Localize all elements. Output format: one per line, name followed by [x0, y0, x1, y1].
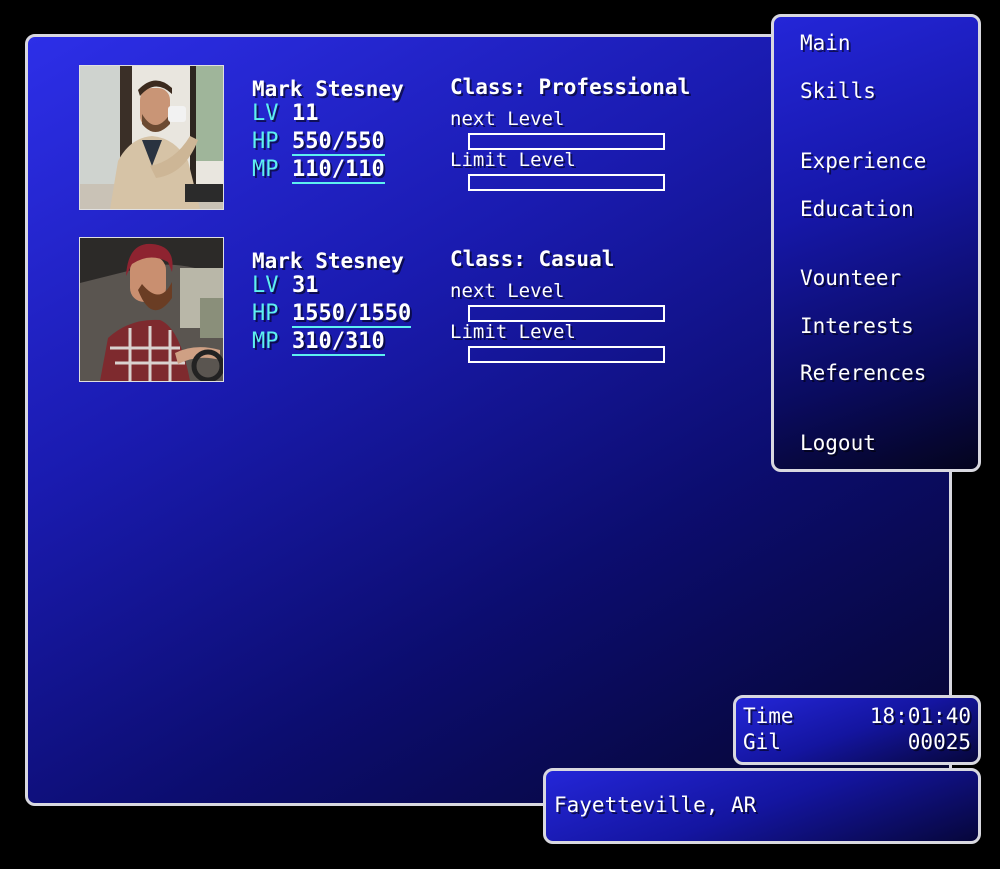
gil-label: Gil — [743, 730, 781, 754]
level-label: LV — [252, 273, 279, 298]
main-menu: Main Skills Experience Education Vountee… — [771, 14, 981, 472]
menu-item-references[interactable]: References — [800, 361, 926, 385]
time-value: 18:01:40 — [869, 704, 971, 728]
location-panel: Fayetteville, AR — [543, 768, 981, 844]
location-name: Fayetteville, AR — [554, 793, 757, 817]
limit-level-bar — [468, 174, 665, 191]
mp-label: MP — [252, 329, 279, 354]
character-portrait — [79, 237, 224, 382]
class-label: Class: Casual — [450, 247, 615, 271]
level-stat: LV 11 — [252, 101, 319, 126]
menu-item-education[interactable]: Education — [800, 197, 914, 221]
level-label: LV — [252, 101, 279, 126]
mp-stat: MP 110/110 — [252, 157, 385, 184]
class-label: Class: Professional — [450, 75, 691, 99]
level-stat: LV 31 — [252, 273, 319, 298]
gil-row: Gil 00025 — [743, 730, 971, 754]
man-drinking-coffee-photo — [80, 66, 223, 209]
character-name: Mark Stesney — [252, 249, 404, 273]
level-value: 11 — [292, 101, 319, 126]
hp-value: 550/550 — [292, 129, 385, 156]
next-level-bar — [468, 305, 665, 322]
next-level-label: next Level — [450, 108, 565, 130]
menu-item-skills[interactable]: Skills — [800, 79, 876, 103]
level-value: 31 — [292, 273, 319, 298]
mp-value: 110/110 — [292, 157, 385, 184]
time-label: Time — [743, 704, 794, 728]
character-card[interactable]: Mark Stesney LV 31 HP 1550/1550 MP 310/310 … — [28, 237, 728, 387]
mp-value: 310/310 — [292, 329, 385, 356]
time-gil-panel: Time 18:01:40 Gil 00025 — [733, 695, 981, 765]
hp-value: 1550/1550 — [292, 301, 412, 328]
next-level-bar — [468, 133, 665, 150]
mp-stat: MP 310/310 — [252, 329, 385, 356]
character-name: Mark Stesney — [252, 77, 404, 101]
menu-item-logout[interactable]: Logout — [800, 431, 876, 455]
limit-level-label: Limit Level — [450, 149, 576, 171]
hp-label: HP — [252, 129, 279, 154]
menu-item-main[interactable]: Main — [800, 31, 851, 55]
menu-item-experience[interactable]: Experience — [800, 149, 926, 173]
character-portrait — [79, 65, 224, 210]
next-level-label: next Level — [450, 280, 565, 302]
man-driving-car-photo — [80, 238, 223, 381]
hp-label: HP — [252, 301, 279, 326]
menu-item-volunteer[interactable]: Vounteer — [800, 266, 901, 290]
limit-level-bar — [468, 346, 665, 363]
character-card[interactable]: Mark Stesney LV 11 HP 550/550 MP 110/110 Cl… — [28, 65, 728, 215]
menu-item-interests[interactable]: Interests — [800, 314, 914, 338]
hp-stat: HP 1550/1550 — [252, 301, 412, 328]
time-row: Time 18:01:40 — [743, 704, 971, 728]
hp-stat: HP 550/550 — [252, 129, 385, 156]
gil-value: 00025 — [907, 730, 971, 754]
limit-level-label: Limit Level — [450, 321, 576, 343]
mp-label: MP — [252, 157, 279, 182]
